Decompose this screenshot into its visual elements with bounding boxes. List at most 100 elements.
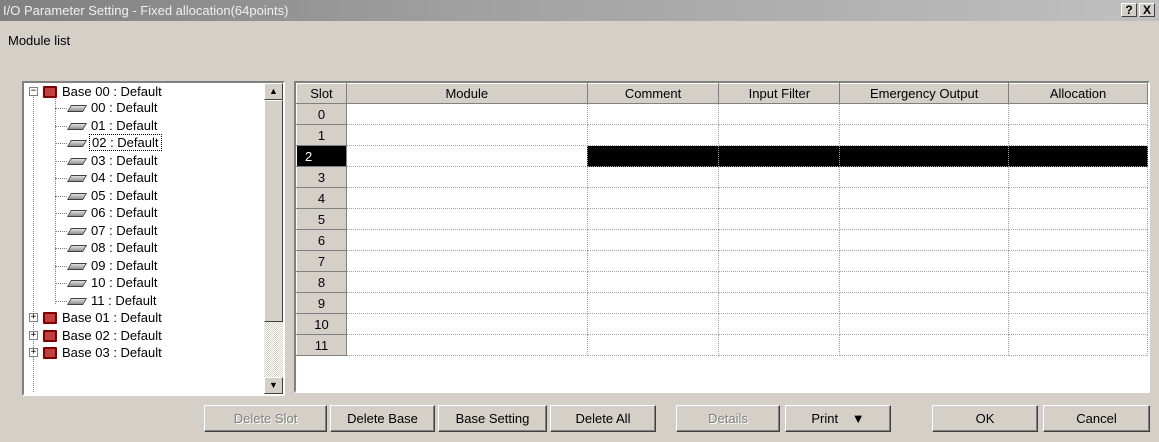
expand-icon[interactable]: + xyxy=(29,313,38,322)
slot-number-cell[interactable]: 11 xyxy=(296,334,347,356)
grid-cell[interactable] xyxy=(346,250,588,272)
grid-cell[interactable] xyxy=(587,334,720,356)
slot-number-cell[interactable]: 1 xyxy=(296,124,347,146)
grid-cell[interactable] xyxy=(587,229,720,251)
grid-cell[interactable] xyxy=(1008,292,1148,314)
tree-module-item[interactable]: 02 : Default xyxy=(66,134,162,151)
ok-button[interactable]: OK xyxy=(932,405,1038,432)
tree-module-item[interactable]: 06 : Default xyxy=(66,204,160,221)
grid-cell[interactable] xyxy=(1008,187,1148,209)
table-row[interactable]: 1 xyxy=(296,124,1148,146)
grid-cell[interactable] xyxy=(1008,145,1148,167)
slot-number-cell[interactable]: 8 xyxy=(296,271,347,293)
grid-cell[interactable] xyxy=(718,103,841,125)
grid-cell[interactable] xyxy=(587,103,720,125)
grid-cell[interactable] xyxy=(346,334,588,356)
tree-module-item[interactable]: 10 : Default xyxy=(66,274,160,291)
table-row[interactable]: 2 xyxy=(296,145,1148,167)
grid-cell[interactable] xyxy=(587,250,720,272)
tree-module-item[interactable]: 05 : Default xyxy=(66,187,160,204)
table-row[interactable]: 0 xyxy=(296,103,1148,125)
column-header[interactable]: Comment xyxy=(586,83,720,104)
tree-scrollbar[interactable]: ▲ ▼ xyxy=(264,83,283,394)
table-row[interactable]: 11 xyxy=(296,334,1148,356)
grid-cell[interactable] xyxy=(839,208,1010,230)
grid-cell[interactable] xyxy=(346,145,588,167)
column-header[interactable]: Module xyxy=(345,83,588,104)
grid-cell[interactable] xyxy=(346,124,588,146)
grid-cell[interactable] xyxy=(587,145,720,167)
grid-cell[interactable] xyxy=(1008,103,1148,125)
grid-cell[interactable] xyxy=(587,313,720,335)
slot-number-cell[interactable]: 4 xyxy=(296,187,347,209)
grid-cell[interactable] xyxy=(346,103,588,125)
slot-number-cell[interactable]: 6 xyxy=(296,229,347,251)
grid-cell[interactable] xyxy=(346,271,588,293)
grid-cell[interactable] xyxy=(346,166,588,188)
grid-cell[interactable] xyxy=(718,166,841,188)
tree-module-item[interactable]: 11 : Default xyxy=(66,292,159,309)
grid-cell[interactable] xyxy=(718,334,841,356)
grid-cell[interactable] xyxy=(839,292,1010,314)
table-row[interactable]: 9 xyxy=(296,292,1148,314)
tree-module-item[interactable]: 04 : Default xyxy=(66,169,160,186)
grid-cell[interactable] xyxy=(346,208,588,230)
grid-cell[interactable] xyxy=(1008,166,1148,188)
tree-module-item[interactable]: 08 : Default xyxy=(66,239,160,256)
base-setting-button[interactable]: Base Setting xyxy=(438,405,547,432)
help-button[interactable]: ? xyxy=(1121,3,1137,17)
tree-module-item[interactable]: 09 : Default xyxy=(66,257,160,274)
scroll-thumb[interactable] xyxy=(264,100,283,322)
grid-cell[interactable] xyxy=(346,229,588,251)
expand-icon[interactable]: + xyxy=(29,348,38,357)
grid-cell[interactable] xyxy=(1008,334,1148,356)
grid-cell[interactable] xyxy=(718,145,841,167)
tree-module-item[interactable]: 07 : Default xyxy=(66,222,160,239)
grid-cell[interactable] xyxy=(346,313,588,335)
tree-base-item[interactable]: Base 01 : Default xyxy=(43,309,164,326)
print-button[interactable]: Print ▼ xyxy=(785,405,891,432)
grid-cell[interactable] xyxy=(587,124,720,146)
slot-number-cell[interactable]: 2 xyxy=(296,145,347,167)
grid-cell[interactable] xyxy=(718,313,841,335)
grid-cell[interactable] xyxy=(839,250,1010,272)
table-row[interactable]: 10 xyxy=(296,313,1148,335)
column-header[interactable]: Allocation xyxy=(1008,83,1148,104)
tree-base-00[interactable]: Base 00 : Default xyxy=(43,83,164,100)
grid-cell[interactable] xyxy=(1008,124,1148,146)
table-row[interactable]: 6 xyxy=(296,229,1148,251)
grid-cell[interactable] xyxy=(839,334,1010,356)
column-header[interactable]: Slot xyxy=(296,83,347,104)
grid-cell[interactable] xyxy=(718,124,841,146)
delete-slot-button[interactable]: Delete Slot xyxy=(204,405,327,432)
expand-icon[interactable]: + xyxy=(29,331,38,340)
cancel-button[interactable]: Cancel xyxy=(1043,405,1150,432)
scroll-up-button[interactable]: ▲ xyxy=(264,83,283,100)
tree-module-item[interactable]: 00 : Default xyxy=(66,99,160,116)
grid-cell[interactable] xyxy=(718,187,841,209)
grid-cell[interactable] xyxy=(346,292,588,314)
grid-cell[interactable] xyxy=(587,208,720,230)
grid-cell[interactable] xyxy=(346,187,588,209)
grid-cell[interactable] xyxy=(839,271,1010,293)
grid-cell[interactable] xyxy=(839,313,1010,335)
table-row[interactable]: 7 xyxy=(296,250,1148,272)
grid-cell[interactable] xyxy=(1008,250,1148,272)
table-row[interactable]: 5 xyxy=(296,208,1148,230)
grid-cell[interactable] xyxy=(587,187,720,209)
grid-cell[interactable] xyxy=(1008,313,1148,335)
grid-cell[interactable] xyxy=(587,271,720,293)
grid-cell[interactable] xyxy=(839,103,1010,125)
delete-all-button[interactable]: Delete All xyxy=(550,405,656,432)
grid-cell[interactable] xyxy=(839,145,1010,167)
table-row[interactable]: 3 xyxy=(296,166,1148,188)
tree-base-item[interactable]: Base 03 : Default xyxy=(43,344,164,361)
slot-number-cell[interactable]: 7 xyxy=(296,250,347,272)
grid-cell[interactable] xyxy=(1008,271,1148,293)
grid-cell[interactable] xyxy=(839,124,1010,146)
tree-module-item[interactable]: 01 : Default xyxy=(66,117,160,134)
grid-cell[interactable] xyxy=(718,292,841,314)
column-header[interactable]: Emergency Output xyxy=(839,83,1010,104)
grid-cell[interactable] xyxy=(587,292,720,314)
grid-cell[interactable] xyxy=(839,166,1010,188)
